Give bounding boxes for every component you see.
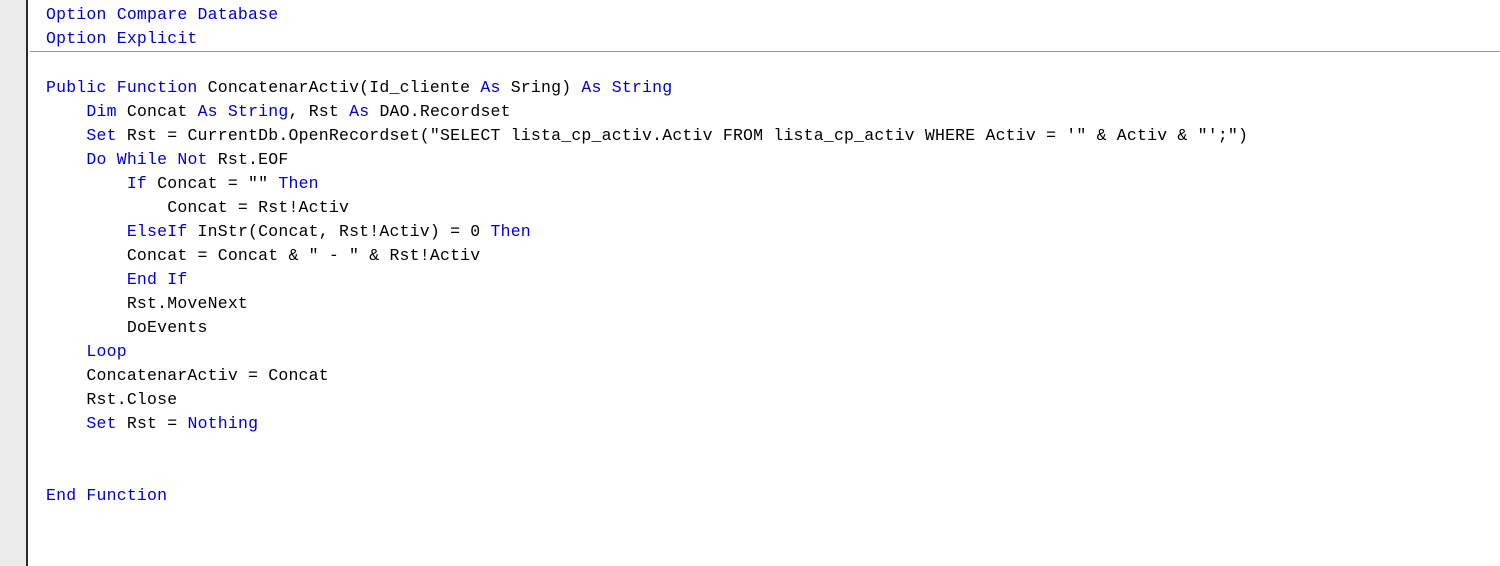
code-token: End Function <box>46 486 168 505</box>
code-token: Set <box>86 126 127 145</box>
code-token: Option Compare Database <box>46 5 279 24</box>
code-token: Dim <box>86 102 127 121</box>
line-end-function[interactable]: End Function <box>30 484 1500 508</box>
line-function-signature[interactable]: Public Function ConcatenarActiv(Id_clien… <box>30 76 1500 100</box>
line-blank-3[interactable] <box>30 460 1500 484</box>
code-token: InStr(Concat, Rst!Activ) = 0 <box>197 222 491 241</box>
code-token: As <box>581 78 612 97</box>
code-token: Concat = Concat & " - " & Rst!Activ <box>46 246 481 265</box>
line-assign-concat-first[interactable]: Concat = Rst!Activ <box>30 196 1500 220</box>
code-token: ElseIf <box>126 222 198 241</box>
code-token: As <box>480 78 511 97</box>
code-token: Do While Not <box>86 150 218 169</box>
line-return-value[interactable]: ConcatenarActiv = Concat <box>30 364 1500 388</box>
code-token: Rst = <box>126 414 188 433</box>
vba-code-editor-window: Option Compare Database Option Explicit P… <box>0 0 1500 566</box>
line-assign-concat-append[interactable]: Concat = Concat & " - " & Rst!Activ <box>30 244 1500 268</box>
code-token: DAO.Recordset <box>379 102 511 121</box>
code-token: String <box>227 102 289 121</box>
line-set-nothing[interactable]: Set Rst = Nothing <box>30 412 1500 436</box>
line-end-if[interactable]: End If <box>30 268 1500 292</box>
code-token: As <box>197 102 228 121</box>
line-rst-close[interactable]: Rst.Close <box>30 388 1500 412</box>
line-rst-movenext[interactable]: Rst.MoveNext <box>30 292 1500 316</box>
code-token: Nothing <box>187 414 259 433</box>
line-doevents[interactable]: DoEvents <box>30 316 1500 340</box>
code-token: As <box>349 102 380 121</box>
line-do-while[interactable]: Do While Not Rst.EOF <box>30 148 1500 172</box>
line-option-compare-database[interactable]: Option Compare Database <box>30 3 1500 27</box>
editor-margin-indicator-bar[interactable] <box>0 0 28 566</box>
line-elseif-instr[interactable]: ElseIf InStr(Concat, Rst!Activ) = 0 Then <box>30 220 1500 244</box>
code-token: Rst.EOF <box>217 150 289 169</box>
code-token: , Rst <box>288 102 350 121</box>
code-token: Concat <box>126 102 198 121</box>
line-option-explicit[interactable]: Option Explicit <box>30 27 1500 51</box>
code-token: Rst.MoveNext <box>46 294 249 313</box>
code-token: Option Explicit <box>46 29 198 48</box>
code-token: Set <box>86 414 127 433</box>
code-token: Concat = "" <box>157 174 279 193</box>
code-token: Concat = Rst!Activ <box>46 198 350 217</box>
line-blank-1[interactable] <box>30 52 1500 76</box>
code-token: ConcatenarActiv(Id_cliente <box>207 78 481 97</box>
code-token: Then <box>490 222 531 241</box>
code-token: DoEvents <box>46 318 208 337</box>
procedure-section: Public Function ConcatenarActiv(Id_clien… <box>30 52 1500 508</box>
code-token: Rst.Close <box>46 390 178 409</box>
code-token: Loop <box>86 342 127 361</box>
general-declarations-section: Option Compare Database Option Explicit <box>30 0 1500 51</box>
line-blank-2[interactable] <box>30 436 1500 460</box>
code-token: Rst = CurrentDb.OpenRecordset("SELECT li… <box>126 126 1249 145</box>
code-text-area[interactable]: Option Compare Database Option Explicit P… <box>30 0 1500 566</box>
line-if-concat-empty[interactable]: If Concat = "" Then <box>30 172 1500 196</box>
code-token: Then <box>278 174 319 193</box>
line-set-recordset[interactable]: Set Rst = CurrentDb.OpenRecordset("SELEC… <box>30 124 1500 148</box>
code-token: ConcatenarActiv = Concat <box>46 366 329 385</box>
code-token: End If <box>126 270 188 289</box>
line-loop[interactable]: Loop <box>30 340 1500 364</box>
code-token: Public Function <box>46 78 208 97</box>
code-token: String <box>611 78 673 97</box>
line-dim-declaration[interactable]: Dim Concat As String, Rst As DAO.Records… <box>30 100 1500 124</box>
code-token: Sring) <box>510 78 582 97</box>
code-token: If <box>126 174 158 193</box>
